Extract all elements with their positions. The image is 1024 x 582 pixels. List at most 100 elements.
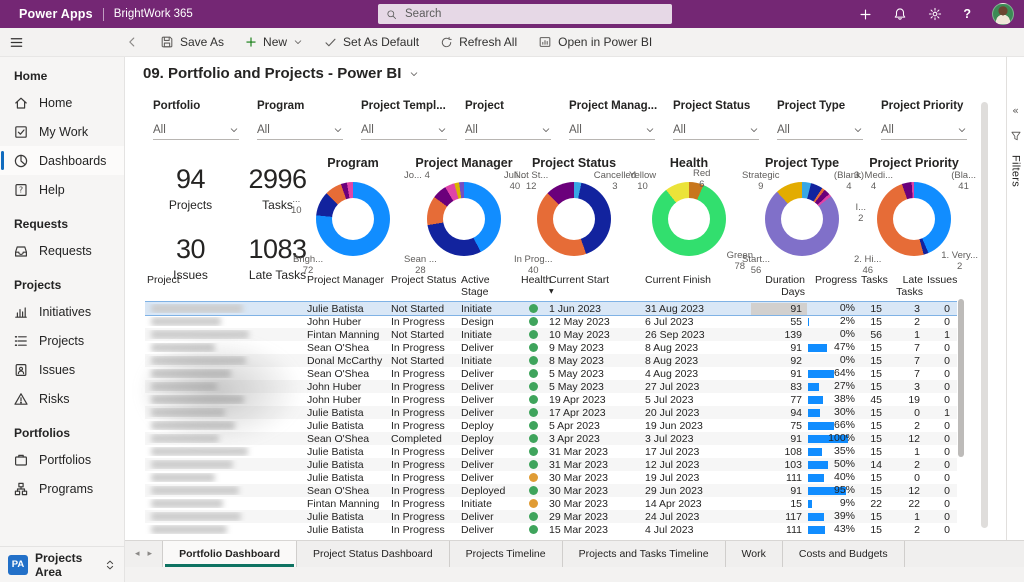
donut-chart-project-manager[interactable]: Project Manager Juli... 40 Sean ... 28 Jo..… <box>404 156 526 276</box>
tab-scroll-left-icon[interactable]: ◂ <box>135 549 140 559</box>
table-row[interactable]: Fintan Manning Not Started Initiate 10 May … <box>145 328 957 341</box>
table-row[interactable]: Julie Batista In Progress Deploy 5 Apr 2023… <box>145 419 957 432</box>
cell-issues: 0 <box>944 419 950 432</box>
column-header-health[interactable]: Health <box>519 272 551 286</box>
column-header-tasks[interactable]: Tasks <box>859 272 888 286</box>
settings-gear-icon[interactable] <box>928 7 942 21</box>
search-input[interactable] <box>403 7 664 21</box>
filter-funnel-icon[interactable] <box>1010 130 1022 142</box>
column-header-duration-days[interactable]: Duration Days <box>751 272 807 298</box>
table-scrollbar[interactable] <box>958 299 964 457</box>
table-row[interactable]: Sean O'Shea In Progress Deliver 9 May 2023 8… <box>145 341 957 354</box>
report-tab-work[interactable]: Work <box>726 541 783 567</box>
search-box[interactable] <box>378 4 672 24</box>
donut-ring[interactable] <box>427 182 501 256</box>
table-row[interactable]: Sean O'Shea Completed Deploy 3 Apr 2023 3 Ju… <box>145 432 957 445</box>
table-row[interactable]: Julie Batista In Progress Deliver 31 Mar 20… <box>145 445 957 458</box>
expand-filters-pane-icon[interactable]: « <box>1012 104 1019 117</box>
report-scrollbar[interactable] <box>981 102 988 528</box>
cell-progress: 35% <box>807 445 859 458</box>
redacted-project-name <box>151 317 221 326</box>
notifications-bell-icon[interactable] <box>893 7 907 21</box>
donut-ring[interactable] <box>877 182 951 256</box>
donut-ring[interactable] <box>652 182 726 256</box>
sidebar-item-portfolios[interactable]: Portfolios <box>0 445 124 474</box>
column-header-active-stage[interactable]: Active Stage <box>459 272 519 298</box>
table-row[interactable]: Donal McCarthy Not Started Initiate 8 May 2… <box>145 354 957 367</box>
table-row[interactable]: John Huber In Progress Deliver 5 May 2023 27… <box>145 380 957 393</box>
dashboard-title-dropdown[interactable]: 09. Portfolio and Projects - Power BI <box>143 65 419 82</box>
filter-dropdown-portfolio[interactable]: All <box>153 124 239 140</box>
column-header-label: Tasks <box>861 274 888 286</box>
user-avatar[interactable] <box>992 3 1014 25</box>
table-row[interactable]: Julie Batista In Progress Deliver 17 Apr 20… <box>145 406 957 419</box>
progress-value: 64% <box>833 367 855 379</box>
sidebar-item-label: Issues <box>39 362 76 377</box>
column-header-issues[interactable]: Issues <box>925 272 957 286</box>
column-header-project-status[interactable]: Project Status <box>389 272 459 286</box>
tab-scroll-right-icon[interactable]: ▸ <box>148 549 153 559</box>
donut-chart-health[interactable]: Health Red 6 Green 78 Yellow 10 <box>629 156 753 274</box>
add-icon[interactable] <box>859 8 872 21</box>
app-name[interactable]: Power Apps <box>19 7 93 21</box>
filter-dropdown-project-status[interactable]: All <box>673 124 759 140</box>
column-header-late-tasks[interactable]: Late Tasks <box>887 272 925 298</box>
table-row[interactable]: Julie Batista In Progress Deliver 15 Mar 20… <box>145 523 957 536</box>
column-header-progress[interactable]: Progress <box>807 272 859 286</box>
command-button-open-in-power-bi[interactable]: Open in Power BI <box>538 35 652 49</box>
report-tab-project-status-dashboard[interactable]: Project Status Dashboard <box>297 541 450 567</box>
command-button-refresh-all[interactable]: Refresh All <box>440 35 517 49</box>
progress-value: 0% <box>839 354 855 366</box>
donut-ring[interactable] <box>316 182 390 256</box>
filter-dropdown-project-priority[interactable]: All <box>881 124 967 140</box>
sidebar-item-risks[interactable]: Risks <box>0 384 124 413</box>
report-tab-costs-and-budgets[interactable]: Costs and Budgets <box>783 541 905 567</box>
filter-dropdown-project-type[interactable]: All <box>777 124 863 140</box>
area-switcher[interactable]: PA Projects Area <box>0 546 124 582</box>
sidebar-item-dashboards[interactable]: Dashboards <box>0 146 124 175</box>
table-row[interactable]: John Huber In Progress Design 12 May 2023 6 … <box>145 315 957 328</box>
table-row[interactable]: Sean O'Shea In Progress Deliver 5 May 2023 4… <box>145 367 957 380</box>
donut-ring[interactable] <box>765 182 839 256</box>
hamburger-menu-icon[interactable] <box>9 35 24 50</box>
sidebar-item-projects[interactable]: Projects <box>0 326 124 355</box>
sidebar-item-help[interactable]: ? Help <box>0 175 124 204</box>
table-row[interactable]: Julie Batista In Progress Deliver 31 Mar 20… <box>145 458 957 471</box>
filter-dropdown-project-templ[interactable]: All <box>361 124 447 140</box>
filter-dropdown-project-manag[interactable]: All <box>569 124 655 140</box>
report-tab-projects-and-tasks-timeline[interactable]: Projects and Tasks Timeline <box>563 541 726 567</box>
sidebar-item-initiatives[interactable]: Initiatives <box>0 297 124 326</box>
donut-chart-program[interactable]: Program Brigh... 72... 10 <box>291 156 409 276</box>
table-row[interactable]: Julie Batista In Progress Deliver 30 Mar 20… <box>145 471 957 484</box>
help-question-icon[interactable]: ? <box>963 7 971 21</box>
sidebar-item-my-work[interactable]: My Work <box>0 117 124 146</box>
report-tab-portfolio-dashboard[interactable]: Portfolio Dashboard <box>162 541 297 567</box>
command-button-new[interactable]: New <box>245 35 303 49</box>
table-row[interactable]: Fintan Manning In Progress Initiate 30 Mar … <box>145 497 957 510</box>
column-header-current-finish[interactable]: Current Finish <box>643 272 751 286</box>
environment-name[interactable]: BrightWork 365 <box>114 8 193 20</box>
command-button-set-as-default[interactable]: Set As Default <box>324 35 419 49</box>
sidebar-item-programs[interactable]: Programs <box>0 474 124 503</box>
column-header-current-start[interactable]: Current Start ▼ <box>547 272 643 295</box>
donut-chart-project-status[interactable]: Project Status Cancelled 3 In Prog... 40 No… <box>514 156 636 276</box>
table-row[interactable]: Sean O'Shea In Progress Deployed 30 Mar 202… <box>145 484 957 497</box>
cell-duration-days: 91 <box>790 367 802 380</box>
donut-ring[interactable] <box>537 182 611 256</box>
table-row[interactable]: Julie Batista In Progress Deliver 29 Mar 20… <box>145 510 957 523</box>
filter-dropdown-project[interactable]: All <box>465 124 551 140</box>
column-header-project[interactable]: Project <box>145 272 305 286</box>
filter-dropdown-program[interactable]: All <box>257 124 343 140</box>
sidebar-item-issues[interactable]: Issues <box>0 355 124 384</box>
back-button[interactable] <box>125 35 139 49</box>
cell-active-stage: Deliver <box>461 471 494 484</box>
command-button-save-as[interactable]: Save As <box>160 35 224 49</box>
report-tab-projects-timeline[interactable]: Projects Timeline <box>450 541 563 567</box>
sidebar-item-requests[interactable]: Requests <box>0 236 124 265</box>
donut-chart-project-priority[interactable]: Project Priority (Bla... 41 1. Very... 2 2.… <box>854 156 978 276</box>
sidebar-item-home[interactable]: Home <box>0 88 124 117</box>
table-row[interactable]: Julie Batista Not Started Initiate 1 Jun 20… <box>145 302 957 315</box>
table-row[interactable]: John Huber In Progress Deliver 19 Apr 2023 5… <box>145 393 957 406</box>
column-header-project-manager[interactable]: Project Manager <box>305 272 389 286</box>
donut-chart-project-type[interactable]: Project Type (Blank) 4 I... 2 Start... 56 St… <box>742 156 866 276</box>
